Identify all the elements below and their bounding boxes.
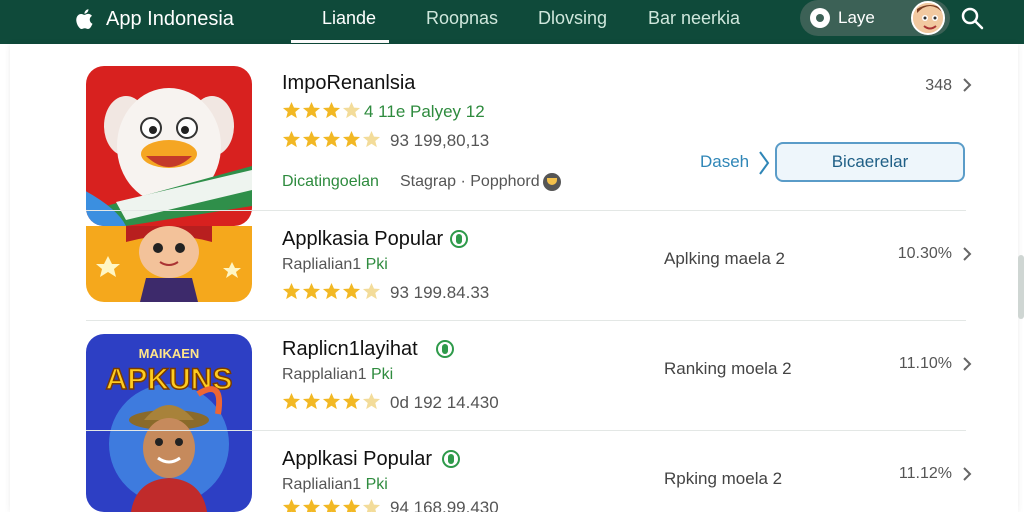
search-icon[interactable]	[960, 6, 984, 30]
star-icon	[302, 498, 321, 512]
subtitle-text: Raplialian1	[282, 476, 362, 493]
rating-stars-3	[282, 392, 381, 411]
rating-stars-2	[282, 282, 381, 301]
cartoon-kid-icon	[86, 226, 252, 302]
percent-4: 11.12%	[898, 465, 952, 482]
developer-name-1[interactable]: Dicatingoelan	[282, 173, 379, 191]
active-tab-indicator	[291, 40, 389, 43]
scrollbar[interactable]	[1018, 255, 1024, 319]
apple-logo-icon	[76, 9, 93, 29]
subtitle-badge: Pki	[370, 366, 394, 383]
search-pill-label: Laye	[838, 8, 875, 27]
chevron-right-icon[interactable]	[960, 246, 974, 262]
app-title-4[interactable]: Applkasi Popular	[282, 448, 432, 471]
subtitle-text: Raplialian1	[282, 256, 362, 273]
star-icon	[322, 282, 341, 300]
star-icon	[302, 101, 321, 119]
divider	[86, 430, 966, 431]
percent-2: 10.30%	[897, 245, 952, 262]
primary-action-button[interactable]: Bicaerelar	[775, 142, 965, 182]
chevron-right-icon[interactable]	[757, 150, 771, 176]
divider	[86, 320, 966, 321]
chevron-right-icon[interactable]	[960, 77, 974, 93]
star-half-icon	[362, 392, 381, 410]
app-icon-2[interactable]	[86, 226, 252, 302]
duck-mascot-icon	[86, 66, 252, 226]
star-icon	[322, 130, 341, 148]
star-icon	[302, 392, 321, 410]
star-half-icon	[362, 130, 381, 148]
app-title-2[interactable]: Applkasia Popular	[282, 228, 443, 251]
star-icon	[282, 101, 301, 119]
star-half-icon	[362, 282, 381, 300]
verified-icon	[442, 450, 460, 468]
percent-3: 11.10%	[898, 355, 952, 372]
brand[interactable]: App Indonesia	[72, 6, 234, 32]
star-icon	[322, 101, 341, 119]
star-icon	[302, 282, 321, 300]
star-icon	[322, 392, 341, 410]
app-stats-3: 0d 192 14.430	[390, 393, 499, 412]
divider	[86, 210, 966, 211]
rating-stars-1	[282, 101, 361, 120]
chevron-right-icon[interactable]	[960, 356, 974, 372]
subtitle-badge: Pki	[365, 476, 388, 493]
app-title-3[interactable]: Raplicn1layihat	[282, 338, 418, 361]
app-count-1: 348	[925, 77, 952, 94]
verified-icon	[450, 230, 468, 248]
star-icon	[282, 498, 301, 512]
tab-roopnas[interactable]: Roopnas	[426, 8, 498, 29]
tab-dlovsing[interactable]: Dlovsing	[538, 8, 607, 29]
subtitle-text: Rapplalian1	[282, 366, 367, 383]
star-icon	[282, 392, 301, 410]
star-icon	[282, 130, 301, 148]
app-subtitle-2: Raplialian1 Pki	[282, 256, 388, 274]
rating-line-1: 4 11e Palyey 12	[364, 102, 485, 121]
rating-stars-1b	[282, 130, 381, 149]
star-half-icon	[362, 498, 381, 512]
ranking-text-3: Ranking moela 2	[664, 359, 792, 378]
star-icon	[342, 392, 361, 410]
avatar[interactable]	[911, 1, 945, 35]
chevron-right-icon[interactable]	[960, 466, 974, 482]
ranking-text-4: Rpking moela 2	[664, 469, 783, 488]
star-icon	[322, 498, 341, 512]
apkuns-character-icon: MAIKAEN APKUNS	[86, 334, 252, 512]
app-stats-4: 94 168.99.430	[390, 498, 499, 512]
star-half-icon	[342, 101, 361, 119]
star-icon	[342, 282, 361, 300]
emoji-icon	[543, 173, 561, 191]
svg-text:MAIKAEN: MAIKAEN	[139, 346, 200, 361]
verified-icon	[436, 340, 454, 358]
app-subtitle-4: Raplialian1 Pki	[282, 476, 388, 494]
star-icon	[342, 498, 361, 512]
ranking-text-2: Aplking maela 2	[664, 249, 785, 268]
star-icon	[282, 282, 301, 300]
tab-liande[interactable]: Liande	[322, 8, 376, 29]
tab-bar-neerkia[interactable]: Bar neerkia	[648, 8, 740, 29]
dash-link[interactable]: Daseh	[700, 152, 749, 172]
subtitle-badge: Pki	[365, 256, 388, 273]
app-title-1[interactable]: ImpoRenanlsia	[282, 72, 415, 95]
rating-stars-4	[282, 498, 381, 512]
app-tags-1: Stagrap · Popphord	[400, 173, 540, 190]
star-icon	[342, 130, 361, 148]
search-circle-icon	[810, 8, 830, 28]
app-icon-3[interactable]: MAIKAEN APKUNS	[86, 334, 252, 512]
star-icon	[302, 130, 321, 148]
app-subtitle-3: Rapplalian1 Pki	[282, 366, 393, 384]
top-bar: App Indonesia Liande Roopnas Dlovsing Ba…	[0, 0, 1024, 44]
brand-title: App Indonesia	[106, 7, 234, 30]
app-icon-1[interactable]	[86, 66, 252, 226]
app-stats-2: 93 199.84.33	[390, 283, 490, 302]
app-stats-1: 93 199,80,13	[390, 131, 490, 150]
